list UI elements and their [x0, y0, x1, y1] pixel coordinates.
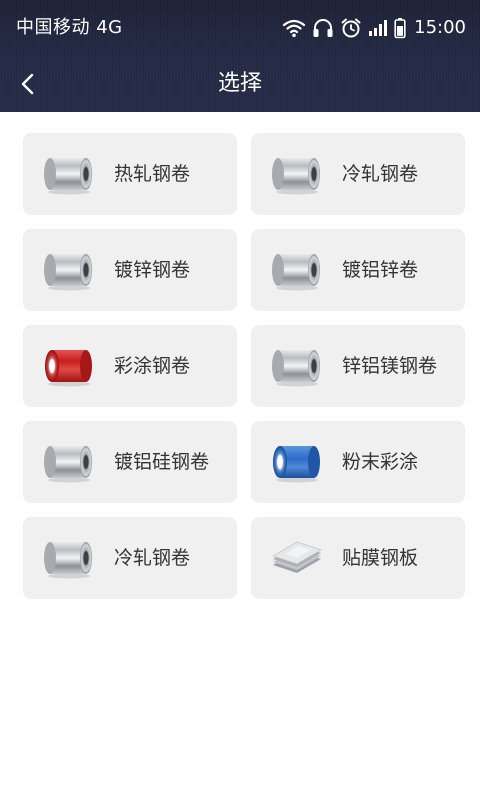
steel-coil-icon [44, 542, 92, 579]
steel-coil-icon [44, 446, 92, 483]
product-card[interactable]: 镀铝锌卷 [251, 229, 465, 311]
product-label: 冷轧钢卷 [114, 547, 191, 569]
red-coil-icon [45, 350, 92, 387]
product-label: 镀铝锌卷 [342, 259, 419, 281]
page-title: 选择 [217, 71, 262, 96]
steel-coil-icon [44, 254, 92, 291]
product-card[interactable]: 镀锌钢卷 [23, 229, 237, 311]
product-label: 彩涂钢卷 [114, 355, 191, 377]
status-bar: 中国移动 4G 15:00 [0, 0, 480, 56]
steel-coil-icon [272, 254, 320, 291]
product-card[interactable]: 彩涂钢卷 [23, 325, 237, 407]
product-card[interactable]: 贴膜钢板 [251, 517, 465, 599]
steel-sheet-icon [272, 541, 322, 573]
status-icons: 15:00 [282, 14, 466, 42]
product-label: 粉末彩涂 [342, 451, 419, 473]
product-label: 镀锌钢卷 [114, 259, 191, 281]
wifi-icon [283, 19, 306, 38]
product-card[interactable]: 冷轧钢卷 [23, 517, 237, 599]
product-label: 锌铝镁钢卷 [342, 355, 438, 377]
product-label: 贴膜钢板 [342, 547, 419, 569]
alarm-icon [341, 18, 361, 38]
product-card[interactable]: 热轧钢卷 [23, 133, 237, 215]
product-label: 镀铝硅钢卷 [114, 451, 210, 473]
product-label: 冷轧钢卷 [342, 163, 419, 185]
battery-icon [394, 18, 406, 39]
steel-coil-icon [272, 158, 320, 195]
product-grid: 热轧钢卷 冷轧钢卷 镀锌钢卷 镀铝锌卷 彩涂钢卷 锌铝镁钢卷 镀铝硅钢卷 粉末彩… [23, 133, 465, 599]
product-card[interactable]: 粉末彩涂 [251, 421, 465, 503]
product-card[interactable]: 镀铝硅钢卷 [23, 421, 237, 503]
product-card[interactable]: 冷轧钢卷 [251, 133, 465, 215]
carrier-label: 中国移动 4G [16, 17, 123, 38]
product-card[interactable]: 锌铝镁钢卷 [251, 325, 465, 407]
steel-coil-icon [44, 158, 92, 195]
headphones-icon [313, 19, 333, 37]
steel-coil-icon [272, 350, 320, 387]
status-time: 15:00 [414, 17, 466, 38]
blue-coil-icon [273, 446, 320, 483]
product-label: 热轧钢卷 [114, 163, 191, 185]
nav-bar: 选择 [0, 56, 480, 112]
signal-icon [369, 20, 388, 36]
